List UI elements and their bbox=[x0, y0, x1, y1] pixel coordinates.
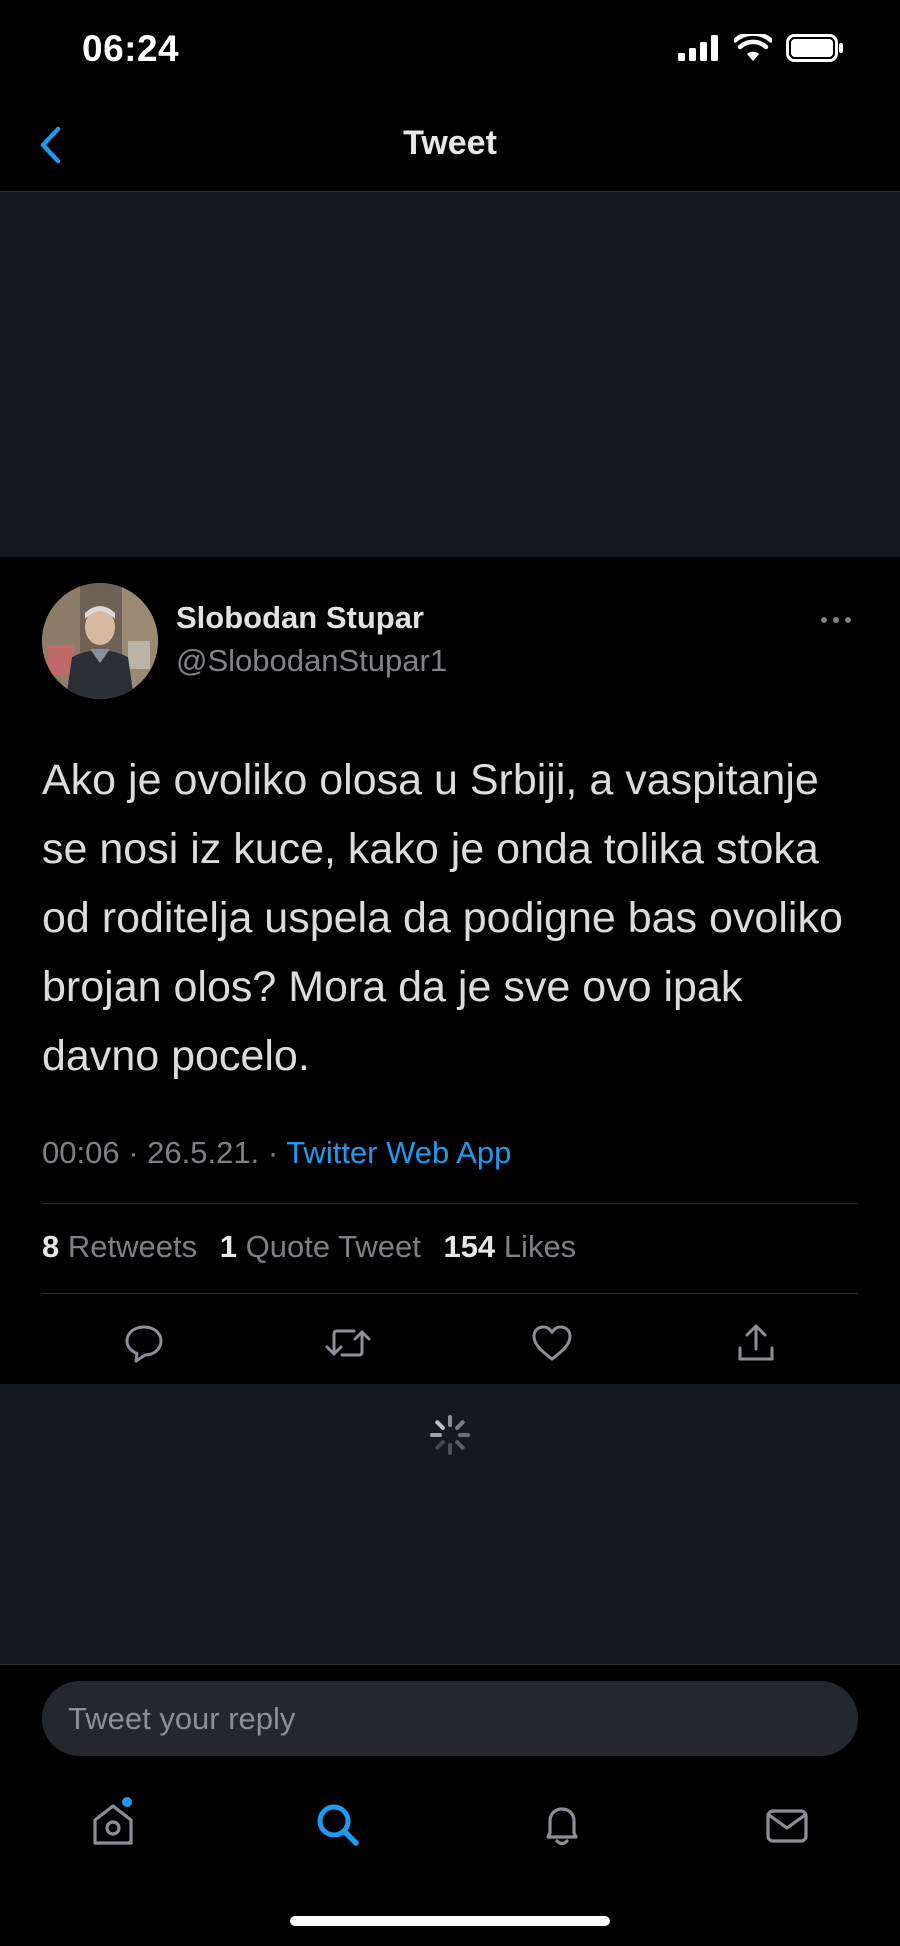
battery-icon bbox=[786, 34, 843, 62]
divider bbox=[42, 1203, 858, 1204]
reply-icon bbox=[125, 1325, 163, 1363]
like-button[interactable] bbox=[522, 1315, 582, 1371]
retweets-label: Retweets bbox=[67, 1229, 198, 1264]
retweet-icon bbox=[325, 1329, 371, 1357]
tweet-date: 26.5.21. bbox=[147, 1135, 260, 1170]
tweet-source-link[interactable]: Twitter Web App bbox=[286, 1135, 511, 1170]
tweet-stats: 8 Retweets 1 Quote Tweet 154 Likes bbox=[42, 1229, 576, 1265]
page-title: Tweet bbox=[403, 124, 497, 162]
cellular-signal-icon bbox=[678, 35, 718, 61]
share-button[interactable] bbox=[726, 1315, 786, 1371]
home-indicator bbox=[290, 1916, 610, 1926]
more-horizontal-icon bbox=[821, 617, 851, 623]
retweets-count: 8 bbox=[42, 1229, 60, 1264]
status-icons bbox=[678, 34, 844, 62]
meta-separator: · bbox=[128, 1135, 148, 1170]
author-handle[interactable]: @SlobodanStupar1 bbox=[176, 643, 447, 679]
tweet-time: 00:06 bbox=[42, 1135, 120, 1170]
wifi-icon bbox=[734, 34, 772, 61]
home-icon bbox=[93, 1797, 133, 1845]
status-time: 06:24 bbox=[82, 28, 180, 69]
likes-label: Likes bbox=[503, 1229, 577, 1264]
author-name[interactable]: Slobodan Stupar bbox=[176, 600, 424, 636]
reply-input[interactable] bbox=[42, 1681, 858, 1756]
retweet-button[interactable] bbox=[318, 1315, 378, 1371]
search-icon bbox=[317, 1804, 359, 1846]
meta-separator: · bbox=[267, 1135, 287, 1170]
more-options-button[interactable] bbox=[816, 605, 856, 635]
share-icon bbox=[738, 1324, 774, 1361]
loading-spinner-icon bbox=[428, 1413, 472, 1457]
notifications-icon bbox=[546, 1807, 578, 1846]
tweet-actions bbox=[42, 1315, 858, 1371]
tab-messages[interactable] bbox=[752, 1790, 822, 1860]
quotes-label: Quote Tweet bbox=[245, 1229, 421, 1264]
divider bbox=[0, 1664, 900, 1665]
quotes-count: 1 bbox=[219, 1229, 237, 1264]
quotes-stat[interactable]: 1 Quote Tweet bbox=[220, 1229, 421, 1264]
tab-search[interactable] bbox=[303, 1790, 373, 1860]
tab-notifications[interactable] bbox=[527, 1790, 597, 1860]
parent-thread-area bbox=[0, 192, 900, 557]
tweet-text: Ako je ovoliko olosa u Srbiji, a vaspita… bbox=[42, 756, 843, 1080]
tweet-meta: 00:06 · 26.5.21. · Twitter Web App bbox=[42, 1135, 511, 1171]
divider bbox=[42, 1293, 858, 1294]
like-icon bbox=[532, 1325, 572, 1361]
retweets-stat[interactable]: 8 Retweets bbox=[42, 1229, 197, 1264]
reply-button[interactable] bbox=[114, 1315, 174, 1371]
messages-icon bbox=[766, 1809, 808, 1843]
tab-home[interactable] bbox=[78, 1788, 148, 1858]
avatar[interactable] bbox=[42, 583, 158, 699]
likes-count: 154 bbox=[443, 1229, 496, 1264]
likes-stat[interactable]: 154 Likes bbox=[443, 1229, 576, 1264]
avatar-photo bbox=[42, 583, 158, 699]
